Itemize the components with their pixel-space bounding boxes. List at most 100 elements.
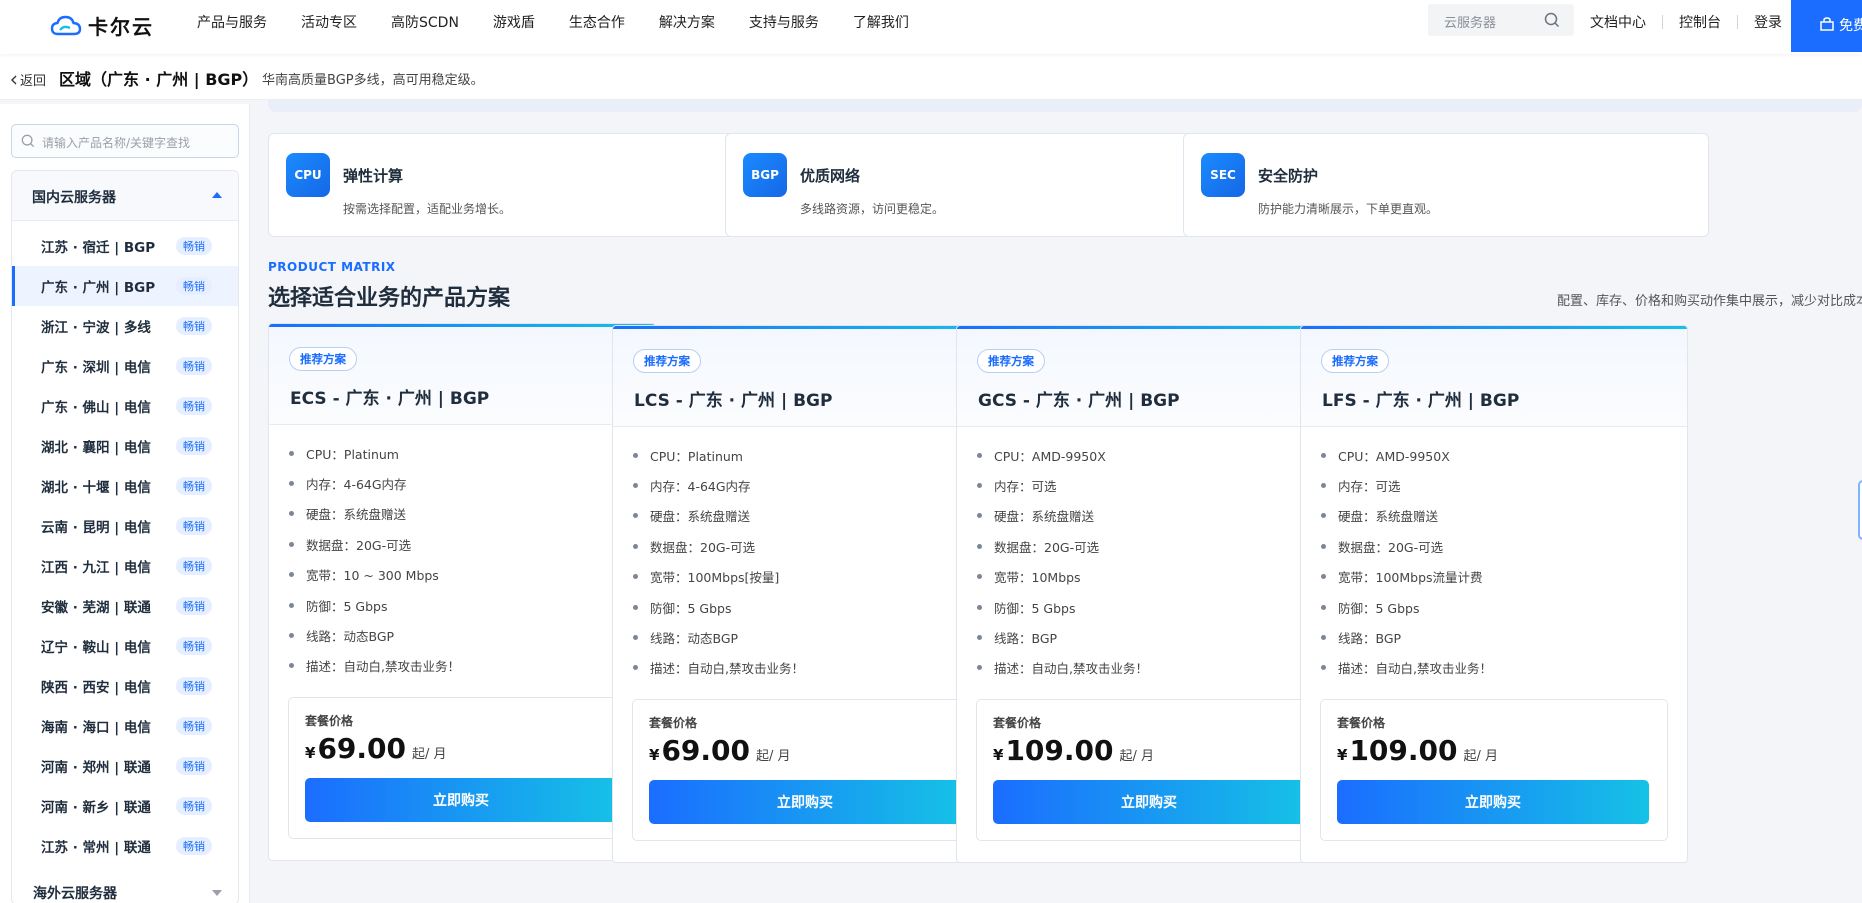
spec-text: 硬盘：系统盘赠送: [994, 509, 1095, 525]
hot-badge: 畅销: [176, 397, 212, 415]
bullet: [977, 665, 982, 671]
sidebar-region-item[interactable]: 湖北 · 襄阳 | 电信 畅销: [12, 426, 238, 466]
spec-list: CPU：Platinum 内存：4-64G内存 硬盘：系统盘赠送 数据盘：20G-可选…: [289, 438, 460, 681]
price-box: 套餐价格 ¥109.00 起/ 月立即购买: [1320, 699, 1668, 841]
sidebar-region-item[interactable]: 湖北 · 十堰 | 电信 畅销: [12, 466, 238, 506]
back-label: 返回: [20, 74, 47, 89]
bullet: [1321, 665, 1326, 671]
card-header: 推荐方案 GCS - 广东 · 广州 | BGP: [957, 329, 1343, 427]
back-button[interactable]: 返回: [10, 70, 46, 89]
spec-item: 描述：自动白,禁攻击业务！: [289, 651, 460, 681]
sidebar-region-item[interactable]: 广东 · 佛山 | 电信 畅销: [12, 386, 238, 426]
sidebar-region-item[interactable]: 河南 · 新乡 | 联通 畅销: [12, 786, 238, 826]
spec-text: 数据盘：20G-可选: [650, 539, 756, 555]
price-amount: 109.00: [1005, 734, 1114, 767]
brand-name: 卡尔云: [88, 15, 154, 39]
spec-text: 硬盘：系统盘赠送: [650, 509, 751, 525]
sidebar-region-item[interactable]: 安徽 · 芜湖 | 联通 畅销: [12, 586, 238, 626]
spec-text: 数据盘：20G-可选: [994, 539, 1100, 555]
region-title-bar: 返回 区域（广东 · 广州 | BGP） 华南高质量BGP多线，高可用稳定级。: [0, 54, 1862, 100]
hot-badge: 畅销: [176, 317, 212, 335]
sidebar-region-item[interactable]: 广东 · 深圳 | 电信 畅销: [12, 346, 238, 386]
bullet: [1321, 543, 1326, 549]
spec-text: 宽带：100Mbps[按量]: [650, 570, 780, 586]
price-box: 套餐价格 ¥109.00 起/ 月立即购买: [976, 699, 1324, 841]
buy-now-button[interactable]: 立即购买: [305, 778, 617, 822]
bullet: [289, 450, 294, 456]
hot-badge: 畅销: [176, 357, 212, 375]
hot-badge: 畅销: [176, 477, 212, 495]
price-amount: 69.00: [661, 734, 751, 767]
spec-item: 线路：动态BGP: [289, 620, 460, 650]
hot-badge: 畅销: [176, 677, 212, 695]
bullet: [289, 602, 294, 608]
region-name: 河南 · 新乡 | 联通: [41, 800, 151, 816]
feature-desc: 按需选择配置，适配业务增长。: [343, 202, 512, 216]
feature-title: 安全防护: [1258, 167, 1319, 185]
sidebar-region-item[interactable]: 江苏 · 常州 | 联通 畅销: [12, 826, 238, 866]
bullet: [977, 513, 982, 519]
region-name: 湖北 · 十堰 | 电信: [41, 480, 151, 496]
nav-products[interactable]: 产品与服务: [197, 12, 267, 32]
sidebar-region-item[interactable]: 江苏 · 宿迁 | BGP 畅销: [12, 226, 238, 266]
nav-game-shield[interactable]: 游戏盾: [493, 12, 535, 32]
spec-text: 内存：4-64G内存: [306, 477, 407, 493]
banner-edge: [268, 100, 1862, 112]
spec-item: 内存：4-64G内存: [289, 468, 460, 498]
spec-list: CPU：Platinum 内存：4-64G内存 硬盘：系统盘赠送 数据盘：20G-可选…: [633, 440, 804, 683]
nav-scdn[interactable]: 高防SCDN: [391, 12, 459, 32]
brand-logo[interactable]: 卡尔云: [50, 11, 154, 40]
price-unit: 起/ 月: [412, 747, 447, 762]
console-link[interactable]: 控制台: [1679, 12, 1721, 32]
bullet: [633, 635, 638, 641]
product-search-input[interactable]: 请输入产品名称/关键字查找: [11, 124, 239, 158]
spec-item: 描述：自动白,禁攻击业务！: [1321, 653, 1492, 683]
nav-support[interactable]: 支持与服务: [749, 12, 819, 32]
spec-item: CPU：AMD-9950X: [1321, 440, 1492, 470]
sidebar-region-item[interactable]: 云南 · 昆明 | 电信 畅销: [12, 506, 238, 546]
sidebar-region-item[interactable]: 辽宁 · 鞍山 | 电信 畅销: [12, 626, 238, 666]
divider: [1737, 15, 1738, 29]
login-link[interactable]: 登录: [1754, 12, 1782, 32]
chevron-down-icon: [212, 890, 222, 896]
buy-now-button[interactable]: 立即购买: [1337, 780, 1649, 824]
sidebar-region-item[interactable]: 海南 · 海口 | 电信 畅销: [12, 706, 238, 746]
sidebar-region-item[interactable]: 河南 · 郑州 | 联通 畅销: [12, 746, 238, 786]
nav-solutions[interactable]: 解决方案: [659, 12, 715, 32]
search-icon[interactable]: [1544, 12, 1560, 28]
spec-item: 数据盘：20G-可选: [1321, 531, 1492, 561]
feature-title: 优质网络: [800, 167, 861, 185]
sidebar-region-item[interactable]: 浙江 · 宁波 | 多线 畅销: [12, 306, 238, 346]
free-trial-button[interactable]: 免费: [1791, 0, 1862, 52]
region-name: 辽宁 · 鞍山 | 电信: [41, 640, 151, 656]
price: ¥69.00 起/ 月: [305, 732, 447, 765]
region-name: 浙江 · 宁波 | 多线: [41, 320, 151, 336]
top-search-placeholder: 云服务器: [1444, 16, 1497, 31]
nav-ecosystem[interactable]: 生态合作: [569, 12, 625, 32]
recommend-tag: 推荐方案: [289, 347, 357, 371]
docs-link[interactable]: 文档中心: [1590, 12, 1646, 32]
spec-text: 内存：4-64G内存: [650, 479, 751, 495]
price-amount: 109.00: [1349, 734, 1458, 767]
overseas-group-header[interactable]: 海外云服务器: [33, 883, 117, 903]
hot-badge: 畅销: [176, 757, 212, 775]
domestic-group-header[interactable]: 国内云服务器: [12, 171, 238, 221]
nav-promotions[interactable]: 活动专区: [301, 12, 357, 32]
sidebar-region-item[interactable]: 江西 · 九江 | 电信 畅销: [12, 546, 238, 586]
sidebar-region-item[interactable]: 陕西 · 西安 | 电信 畅销: [12, 666, 238, 706]
top-search-input[interactable]: 云服务器: [1428, 4, 1574, 36]
price-box: 套餐价格 ¥69.00 起/ 月立即购买: [288, 697, 636, 839]
bullet: [977, 483, 982, 489]
bullet: [1321, 483, 1326, 489]
spec-text: 宽带：10 ~ 300 Mbps: [306, 568, 439, 584]
buy-now-button[interactable]: 立即购买: [993, 780, 1305, 824]
buy-now-button[interactable]: 立即购买: [649, 780, 961, 824]
spec-text: 防御：5 Gbps: [994, 600, 1076, 616]
nav-about[interactable]: 了解我们: [853, 12, 909, 32]
spec-item: 宽带：10 ~ 300 Mbps: [289, 560, 460, 590]
bullet: [289, 663, 294, 669]
top-right-links: 文档中心 控制台 登录: [1590, 0, 1782, 44]
spec-text: 描述：自动白,禁攻击业务！: [650, 661, 804, 677]
sidebar-region-item[interactable]: 广东 · 广州 | BGP 畅销: [12, 266, 238, 306]
floating-contact-widget[interactable]: [1858, 480, 1862, 540]
